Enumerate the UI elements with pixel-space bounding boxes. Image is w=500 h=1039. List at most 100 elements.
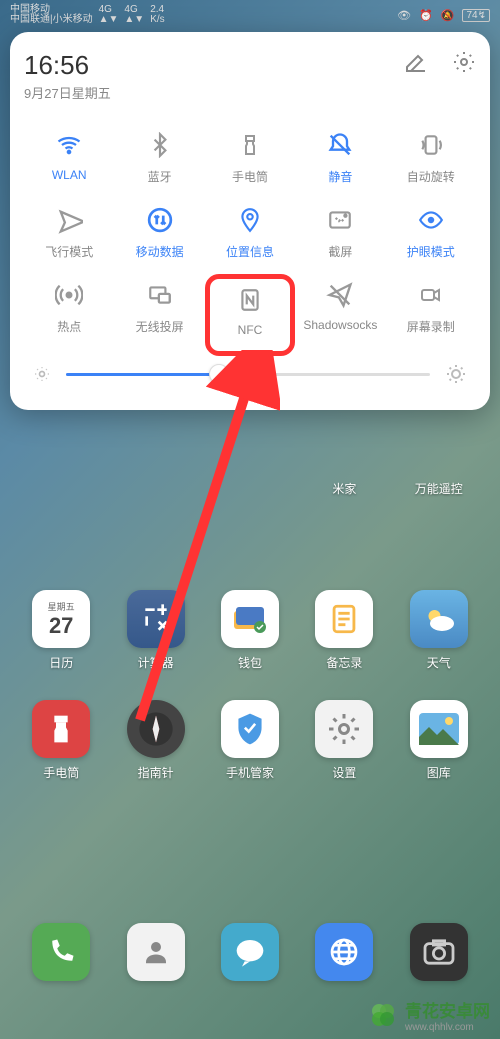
app-contacts[interactable] xyxy=(108,923,202,981)
toggle-label: 屏幕录制 xyxy=(407,318,455,335)
net-2: 4G ▲▼ xyxy=(124,5,144,25)
alarm-icon: ⏰ xyxy=(419,9,433,22)
toggle-record[interactable]: 屏幕录制 xyxy=(386,274,476,356)
brightness-knob[interactable] xyxy=(209,364,229,384)
app-browser[interactable] xyxy=(297,923,391,981)
toggle-cast[interactable]: 无线投屏 xyxy=(114,274,204,356)
brightness-high-icon xyxy=(444,362,468,386)
toggle-nfc[interactable]: NFC xyxy=(205,274,295,356)
brightness-slider[interactable] xyxy=(24,362,476,386)
watermark-logo-icon xyxy=(367,999,399,1031)
app-label: 图库 xyxy=(427,764,451,781)
screenshot-icon xyxy=(325,205,355,235)
watermark-url: www.qhhlv.com xyxy=(405,1022,490,1033)
panel-time: 16:56 xyxy=(24,50,111,81)
hotspot-icon xyxy=(54,280,84,310)
app-compass[interactable]: 指南针 xyxy=(108,700,202,781)
toggle-flashlight[interactable]: 手电筒 xyxy=(205,124,295,199)
watermark: 青花安卓网 www.qhhlv.com xyxy=(367,997,490,1033)
toggle-screenshot[interactable]: 截屏 xyxy=(295,199,385,274)
dnd-icon: 🔕 xyxy=(441,9,455,22)
rotate-icon xyxy=(416,130,446,160)
quick-settings-panel[interactable]: 16:56 9月27日星期五 WLAN 蓝牙 手电筒 静音 自动旋转飞行模式 移动数据 位置… xyxy=(10,32,490,410)
toggle-hotspot[interactable]: 热点 xyxy=(24,274,114,356)
send-icon xyxy=(325,280,355,310)
airplane-icon xyxy=(54,205,84,235)
carrier-stack: 中国移动 中国联通|小米移动 xyxy=(10,5,93,25)
mute-icon xyxy=(325,130,355,160)
app-calc[interactable]: 计算器 xyxy=(108,590,202,671)
nfc-icon xyxy=(235,285,265,315)
carrier-2: 中国联通|小米移动 xyxy=(10,15,93,25)
toggle-wifi[interactable]: WLAN xyxy=(24,124,114,199)
toggle-label: NFC xyxy=(238,323,263,337)
app-security[interactable]: 手机管家 xyxy=(203,700,297,781)
toggle-label: 热点 xyxy=(57,318,81,335)
brightness-track[interactable] xyxy=(66,373,430,376)
battery-indicator: 74↯ xyxy=(462,9,490,22)
panel-header: 16:56 9月27日星期五 xyxy=(24,50,476,102)
toggle-label: Shadowsocks xyxy=(303,318,377,332)
record-icon xyxy=(416,280,446,310)
net-1: 4G ▲▼ xyxy=(99,5,119,25)
app-camera[interactable] xyxy=(392,923,486,981)
toggle-mute[interactable]: 静音 xyxy=(295,124,385,199)
toggle-label: 移动数据 xyxy=(136,243,184,260)
toggle-grid: WLAN 蓝牙 手电筒 静音 自动旋转飞行模式 移动数据 位置信息截屏 护眼模式热点 无线投屏 N… xyxy=(24,124,476,356)
toggle-label: 静音 xyxy=(328,168,352,185)
home-row-partial: 米家 万能遥控 xyxy=(0,480,500,497)
app-phone[interactable] xyxy=(14,923,108,981)
app-message[interactable] xyxy=(203,923,297,981)
app-notes[interactable]: 备忘录 xyxy=(297,590,391,671)
home-row-2: 星期五27日历计算器 钱包 备忘录天气 xyxy=(0,590,500,671)
toggle-airplane[interactable]: 飞行模式 xyxy=(24,199,114,274)
app-label: 钱包 xyxy=(238,654,262,671)
toggle-label: 自动旋转 xyxy=(407,168,455,185)
data-icon xyxy=(145,205,175,235)
app-calendar[interactable]: 星期五27日历 xyxy=(14,590,108,671)
app-label: 指南针 xyxy=(138,764,174,781)
location-icon xyxy=(235,205,265,235)
app-label: 手电筒 xyxy=(43,764,79,781)
app-gallery[interactable]: 图库 xyxy=(392,700,486,781)
app-mijia[interactable]: 米家 xyxy=(297,480,391,497)
brightness-low-icon xyxy=(32,364,52,384)
toggle-label: 截屏 xyxy=(328,243,352,260)
brightness-fill xyxy=(66,373,219,376)
toggle-eyecare[interactable]: 护眼模式 xyxy=(386,199,476,274)
settings-gear-icon[interactable] xyxy=(452,50,476,74)
toggle-label: 无线投屏 xyxy=(136,318,184,335)
panel-datetime[interactable]: 16:56 9月27日星期五 xyxy=(24,50,111,102)
eye-icon: 👁 xyxy=(397,9,411,22)
app-label: 计算器 xyxy=(138,654,174,671)
toggle-send[interactable]: Shadowsocks xyxy=(295,274,385,356)
toggle-label: 飞行模式 xyxy=(45,243,93,260)
speed: 2.4 K/s xyxy=(150,5,164,25)
toggle-label: 护眼模式 xyxy=(407,243,455,260)
eyecare-icon xyxy=(416,205,446,235)
dock xyxy=(0,923,500,981)
app-label: 万能遥控 xyxy=(415,480,463,497)
toggle-data[interactable]: 移动数据 xyxy=(114,199,204,274)
statusbar-right: 👁 ⏰ 🔕 74↯ xyxy=(397,9,490,22)
home-row-3: 手电筒 指南针 手机管家 设置 图库 xyxy=(0,700,500,781)
cast-icon xyxy=(145,280,175,310)
edit-icon[interactable] xyxy=(404,50,428,74)
app-label: 设置 xyxy=(332,764,356,781)
panel-date: 9月27日星期五 xyxy=(24,83,111,102)
app-remote[interactable]: 万能遥控 xyxy=(392,480,486,497)
app-label: 天气 xyxy=(427,654,451,671)
toggle-bluetooth[interactable]: 蓝牙 xyxy=(114,124,204,199)
app-settings[interactable]: 设置 xyxy=(297,700,391,781)
toggle-label: 蓝牙 xyxy=(148,168,172,185)
watermark-title: 青花安卓网 xyxy=(405,1002,490,1021)
app-torch-app[interactable]: 手电筒 xyxy=(14,700,108,781)
app-label: 手机管家 xyxy=(226,764,274,781)
app-wallet[interactable]: 钱包 xyxy=(203,590,297,671)
toggle-label: 手电筒 xyxy=(232,168,268,185)
app-label: 米家 xyxy=(332,480,356,497)
app-weather[interactable]: 天气 xyxy=(392,590,486,671)
toggle-location[interactable]: 位置信息 xyxy=(205,199,295,274)
toggle-rotate[interactable]: 自动旋转 xyxy=(386,124,476,199)
app-label: 日历 xyxy=(49,654,73,671)
